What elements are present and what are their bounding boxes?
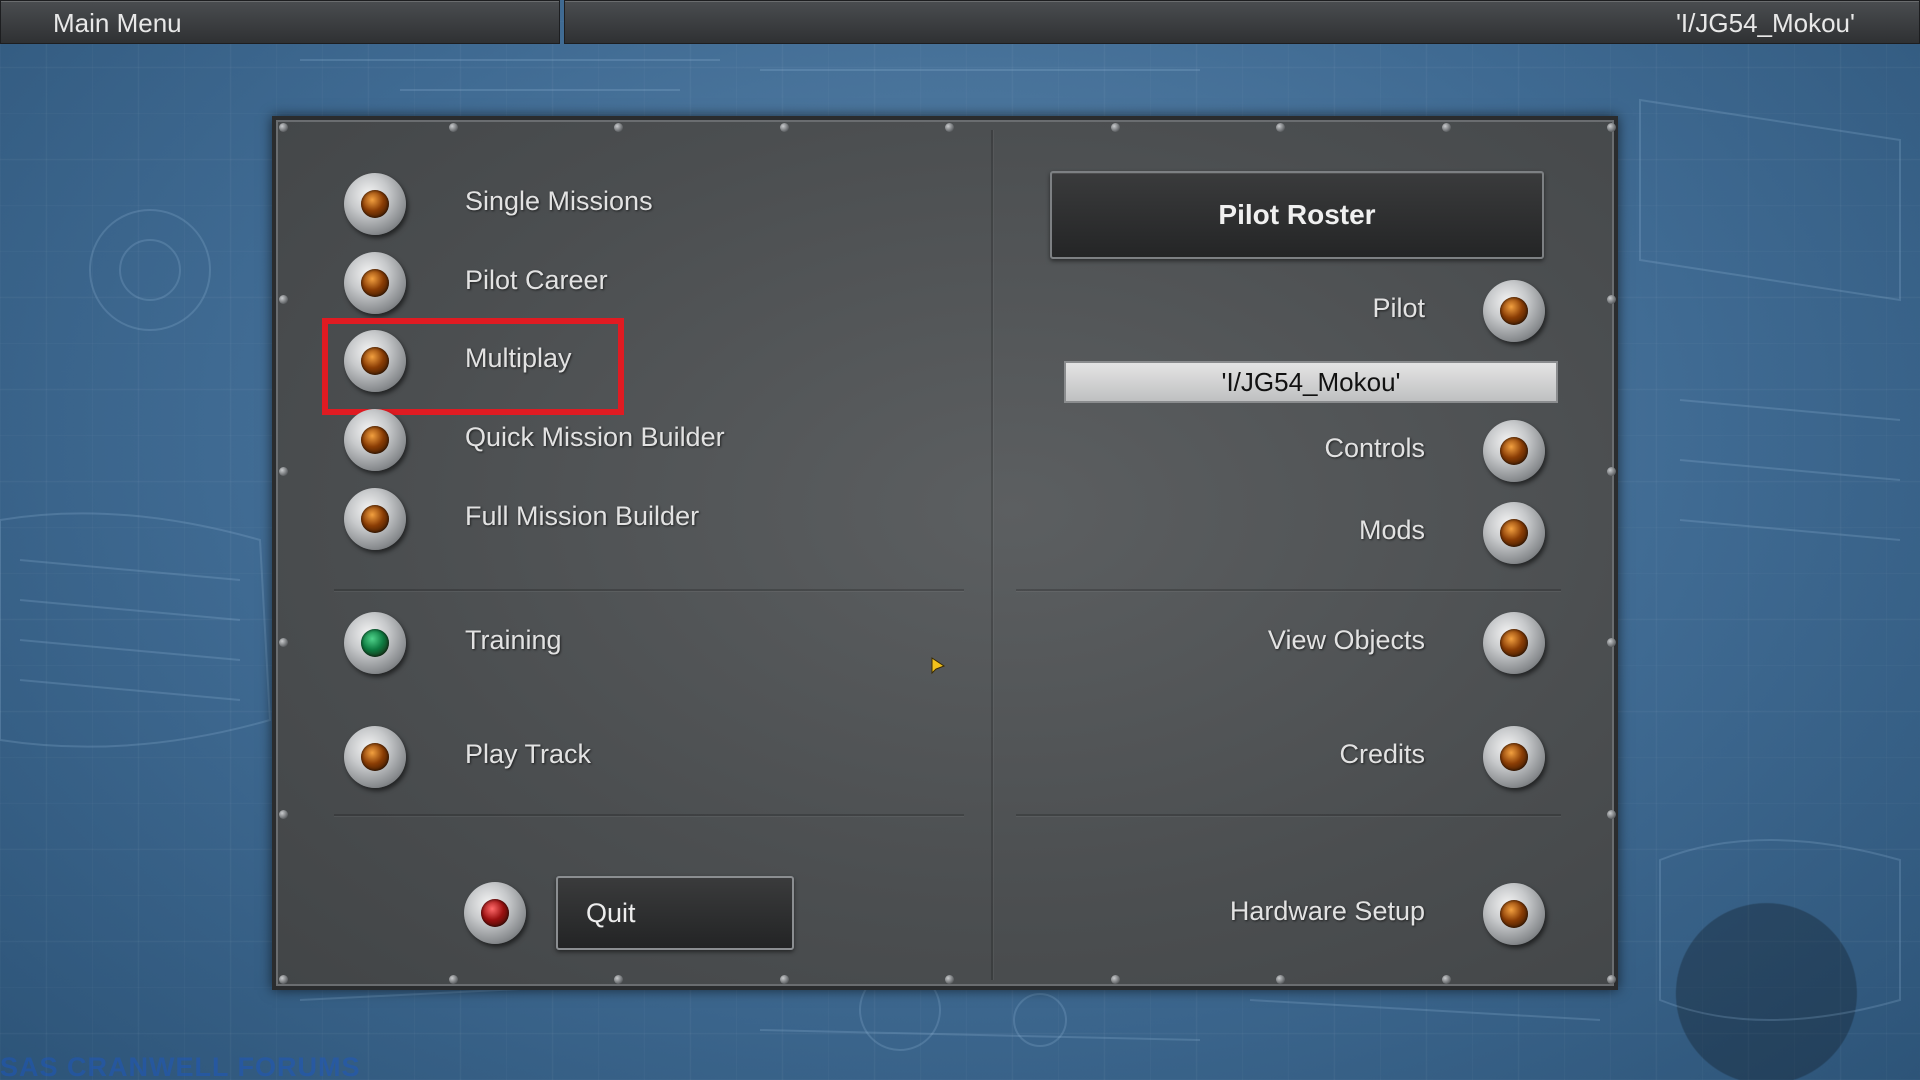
section-divider [334, 814, 964, 816]
current-pilot-name: 'I/JG54_Mokou' [564, 0, 1920, 44]
mods-button[interactable]: Mods [1005, 515, 1425, 546]
training-knob-icon[interactable] [344, 612, 406, 674]
full-mission-builder-knob-icon[interactable] [344, 488, 406, 550]
hardware-setup-knob-icon[interactable] [1483, 883, 1545, 945]
rivet [1111, 123, 1120, 132]
rivet [1276, 123, 1285, 132]
section-divider [334, 589, 964, 591]
window-title: Main Menu [0, 0, 560, 44]
rivet [1607, 295, 1616, 304]
watermark-text: SAS CRANWELL FORUMS [0, 1052, 361, 1080]
rivet [449, 975, 458, 984]
rivet [1442, 975, 1451, 984]
rivet [279, 295, 288, 304]
pilot-career-button[interactable]: Pilot Career [465, 265, 608, 296]
rivet [945, 975, 954, 984]
mods-knob-icon[interactable] [1483, 502, 1545, 564]
quit-button[interactable]: Quit [556, 876, 794, 950]
quick-mission-builder-button[interactable]: Quick Mission Builder [465, 422, 725, 453]
column-divider [991, 130, 993, 980]
rivet [449, 123, 458, 132]
mouse-cursor-icon [931, 657, 946, 675]
rivet [279, 810, 288, 819]
controls-knob-icon[interactable] [1483, 420, 1545, 482]
rivet [1442, 123, 1451, 132]
view-objects-button[interactable]: View Objects [1005, 625, 1425, 656]
controls-button[interactable]: Controls [1005, 433, 1425, 464]
credits-knob-icon[interactable] [1483, 726, 1545, 788]
rivet [1607, 975, 1616, 984]
training-button[interactable]: Training [465, 625, 562, 656]
full-mission-builder-button[interactable]: Full Mission Builder [465, 501, 699, 532]
top-bar: Main Menu 'I/JG54_Mokou' [0, 0, 1920, 46]
pilot-knob-icon[interactable] [1483, 280, 1545, 342]
pilot-name-field[interactable]: 'I/JG54_Mokou' [1064, 361, 1558, 403]
single-missions-button[interactable]: Single Missions [465, 186, 653, 217]
rivet [279, 638, 288, 647]
rivet [279, 467, 288, 476]
rivet [279, 123, 288, 132]
pilot-career-knob-icon[interactable] [344, 252, 406, 314]
rivet [1276, 975, 1285, 984]
rivet [614, 123, 623, 132]
rivet [614, 975, 623, 984]
rivet [945, 123, 954, 132]
quick-mission-builder-knob-icon[interactable] [344, 409, 406, 471]
pilot-label: Pilot [1372, 293, 1425, 323]
rivet [1607, 810, 1616, 819]
credits-button[interactable]: Credits [1005, 739, 1425, 770]
hardware-setup-button[interactable]: Hardware Setup [1005, 896, 1425, 927]
rivet [279, 975, 288, 984]
rivet [1607, 467, 1616, 476]
rivet [780, 123, 789, 132]
view-objects-knob-icon[interactable] [1483, 612, 1545, 674]
multiplay-highlight-box [322, 318, 624, 415]
rivet [1607, 638, 1616, 647]
section-divider [1016, 814, 1561, 816]
play-track-button[interactable]: Play Track [465, 739, 591, 770]
section-divider [1016, 589, 1561, 591]
quit-knob-icon[interactable] [464, 882, 526, 944]
pilot-roster-button[interactable]: Pilot Roster [1050, 171, 1544, 259]
rivet [1607, 123, 1616, 132]
rivet [780, 975, 789, 984]
rivet [1111, 975, 1120, 984]
play-track-knob-icon[interactable] [344, 726, 406, 788]
single-missions-knob-icon[interactable] [344, 173, 406, 235]
